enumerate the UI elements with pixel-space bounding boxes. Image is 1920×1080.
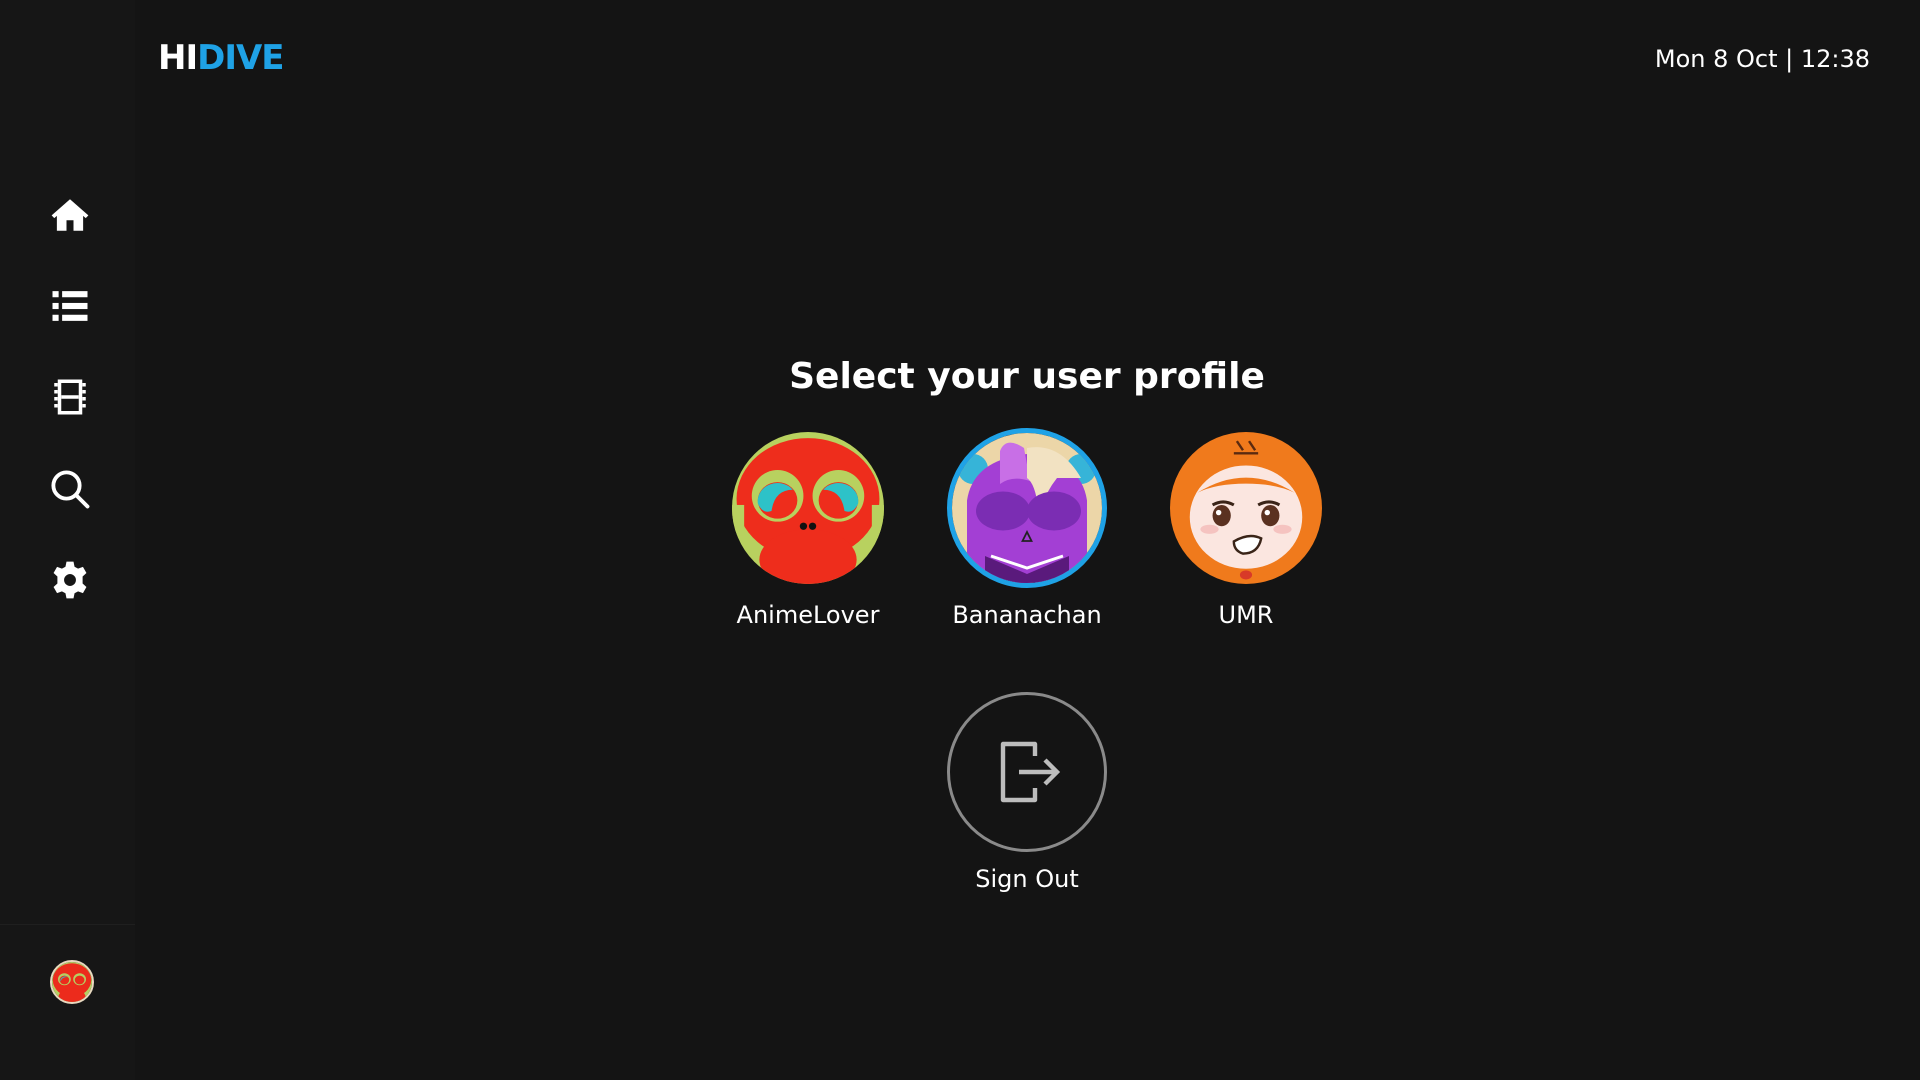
- purple-character-avatar-icon: [952, 433, 1102, 583]
- avatar: [1170, 432, 1322, 584]
- sign-out-circle: [947, 692, 1107, 852]
- app-root: HIDIVE Mon 8 Oct | 12:38 Select your use…: [0, 0, 1920, 1080]
- hidive-logo: HIDIVE: [158, 38, 285, 78]
- profile-animelover[interactable]: AnimeLover: [718, 432, 898, 630]
- profile-name: UMR: [1218, 601, 1274, 629]
- profile-name: AnimeLover: [736, 601, 880, 629]
- monkey-avatar-icon: [52, 962, 92, 1002]
- home-icon: [51, 199, 89, 231]
- film-icon: [54, 379, 86, 415]
- profile-umr[interactable]: UMR: [1156, 432, 1336, 630]
- current-user-avatar[interactable]: [50, 960, 94, 1004]
- sidebar-divider: [0, 924, 135, 925]
- tiger-hood-girl-avatar-icon: [1170, 432, 1322, 584]
- monkey-avatar-icon: [732, 432, 884, 584]
- logo-dive-text: DIVE: [197, 38, 284, 78]
- page-title: Select your user profile: [789, 356, 1265, 397]
- avatar: [947, 428, 1107, 588]
- sign-out-label: Sign Out: [975, 865, 1079, 893]
- profile-bananachan[interactable]: Bananachan: [937, 428, 1117, 630]
- sign-out-button[interactable]: Sign Out: [937, 692, 1117, 894]
- profile-name: Bananachan: [952, 601, 1102, 629]
- sidebar-item-list[interactable]: [45, 281, 95, 331]
- avatar: [732, 432, 884, 584]
- date-time: Mon 8 Oct | 12:38: [1654, 45, 1870, 73]
- sidebar-item-home[interactable]: [45, 190, 95, 240]
- sign-out-icon: [1000, 741, 1061, 803]
- list-icon: [52, 291, 88, 321]
- profile-list: AnimeLover Bananachan UMR: [0, 428, 1920, 632]
- sidebar-item-movies[interactable]: [45, 372, 95, 422]
- logo-hi-text: HI: [158, 38, 198, 78]
